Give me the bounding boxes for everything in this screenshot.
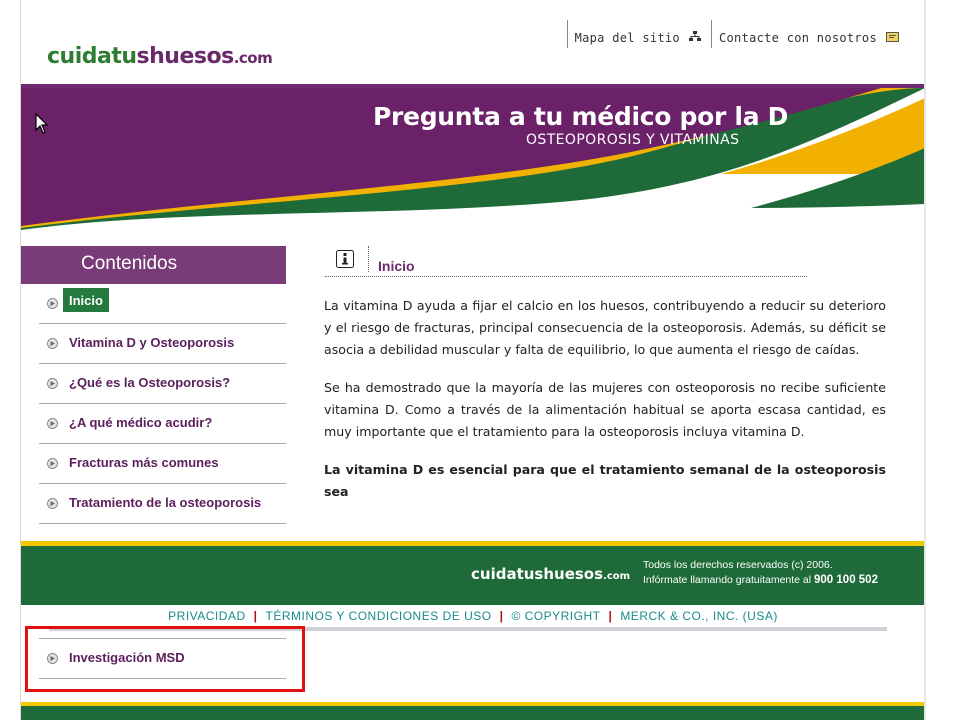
sidebar-item-label: ¿Qué es la Osteoporosis?: [69, 375, 231, 390]
paragraph: Se ha demostrado que la mayoría de las m…: [324, 380, 886, 439]
highlight-box: [25, 626, 305, 692]
footer-links: PRIVACIDAD | TÉRMINOS Y CONDICIONES DE U…: [21, 605, 925, 627]
contact-link-label: Contacte con nosotros: [718, 31, 877, 45]
terms-link[interactable]: TÉRMINOS Y CONDICIONES DE USO: [265, 609, 491, 623]
footer-logo-suffix: .com: [603, 571, 631, 582]
copyright-text: Todos los derechos reservados (c) 2006.: [643, 559, 833, 571]
contact-link[interactable]: Contacte con nosotros: [710, 20, 909, 48]
info-icon: [336, 250, 354, 268]
sidebar-heading: Contenidos: [21, 246, 286, 284]
footer-logo: cuidatushuesos.com: [471, 565, 630, 583]
sidebar-item-label: Vitamina D y Osteoporosis: [69, 335, 235, 350]
arrow-bullet-icon: [47, 457, 58, 472]
sidebar-item-fracturas[interactable]: Fracturas más comunes: [39, 444, 286, 484]
arrow-bullet-icon: [47, 417, 58, 432]
sidebar-item-label: Fracturas más comunes: [69, 455, 219, 470]
paragraph: La vitamina D ayuda a fijar el calcio en…: [324, 298, 886, 357]
hero-banner: Pregunta a tu médico por la D OSTEOPOROS…: [21, 88, 925, 234]
sitemap-link[interactable]: Mapa del sitio: [566, 20, 711, 48]
title-separator: [368, 246, 369, 272]
page: cuidatushuesos.com Mapa del sitio Contac…: [20, 0, 926, 720]
page-title: Inicio: [378, 258, 415, 274]
logo-part-1: cuidatu: [47, 44, 137, 69]
banner-title: Pregunta a tu médico por la D: [373, 102, 789, 131]
sidebar-item-inicio[interactable]: Inicio: [39, 284, 286, 324]
sidebar-item-vitamina-d[interactable]: Vitamina D y Osteoporosis: [39, 324, 286, 364]
privacy-link[interactable]: PRIVACIDAD: [168, 609, 245, 623]
phone-text: Infórmate llamando gratuitamente al: [643, 574, 812, 586]
sidebar-item-label: ¿A qué médico acudir?: [69, 415, 213, 430]
top-links: Mapa del sitio Contacte con nosotros: [566, 20, 909, 48]
link-separator: |: [608, 609, 613, 623]
phone-line: Infórmate llamando gratuitamente al 900 …: [643, 573, 878, 588]
logo-part-3: .com: [233, 49, 273, 67]
title-underline: [325, 276, 807, 277]
sidebar-item-label: Tratamiento de la osteoporosis: [69, 495, 262, 510]
bottom-stripe-green: [21, 706, 925, 720]
site-logo[interactable]: cuidatushuesos.com: [47, 44, 273, 69]
footer-logo-main: cuidatushuesos: [471, 565, 604, 583]
logo-part-2: shuesos: [136, 44, 235, 69]
sitemap-icon: [688, 31, 701, 45]
mouse-cursor-icon: [35, 112, 49, 139]
link-separator: |: [499, 609, 504, 623]
sitemap-link-label: Mapa del sitio: [574, 31, 680, 45]
mail-icon: [886, 31, 899, 45]
footer-info: Todos los derechos reservados (c) 2006. …: [643, 558, 878, 588]
copyright-link[interactable]: © COPYRIGHT: [511, 609, 600, 623]
merck-link[interactable]: MERCK & CO., INC. (USA): [620, 609, 778, 623]
sidebar-item-label: Inicio: [63, 288, 109, 312]
sidebar-item-medico[interactable]: ¿A qué médico acudir?: [39, 404, 286, 444]
link-separator: |: [253, 609, 258, 623]
sidebar-heading-label: Contenidos: [81, 253, 178, 274]
arrow-bullet-icon: [47, 337, 58, 352]
sidebar-item-que-es[interactable]: ¿Qué es la Osteoporosis?: [39, 364, 286, 404]
arrow-bullet-icon: [47, 297, 58, 312]
page-edge: [924, 0, 926, 720]
site-header: cuidatushuesos.com Mapa del sitio Contac…: [21, 0, 925, 86]
arrow-bullet-icon: [47, 497, 58, 512]
sidebar-menu: Inicio Vitamina D y Osteoporosis ¿Qué es…: [39, 284, 286, 524]
footer-band: cuidatushuesos.com Todos los derechos re…: [21, 546, 925, 603]
sidebar-item-tratamiento[interactable]: Tratamiento de la osteoporosis: [39, 484, 286, 524]
phone-number: 900 100 502: [814, 574, 878, 586]
paragraph-bold: La vitamina D es esencial para que el tr…: [324, 462, 886, 499]
banner-subtitle: OSTEOPOROSIS Y VITAMINAS: [526, 132, 740, 148]
article-body: La vitamina D ayuda a fijar el calcio en…: [324, 295, 886, 519]
arrow-bullet-icon: [47, 377, 58, 392]
